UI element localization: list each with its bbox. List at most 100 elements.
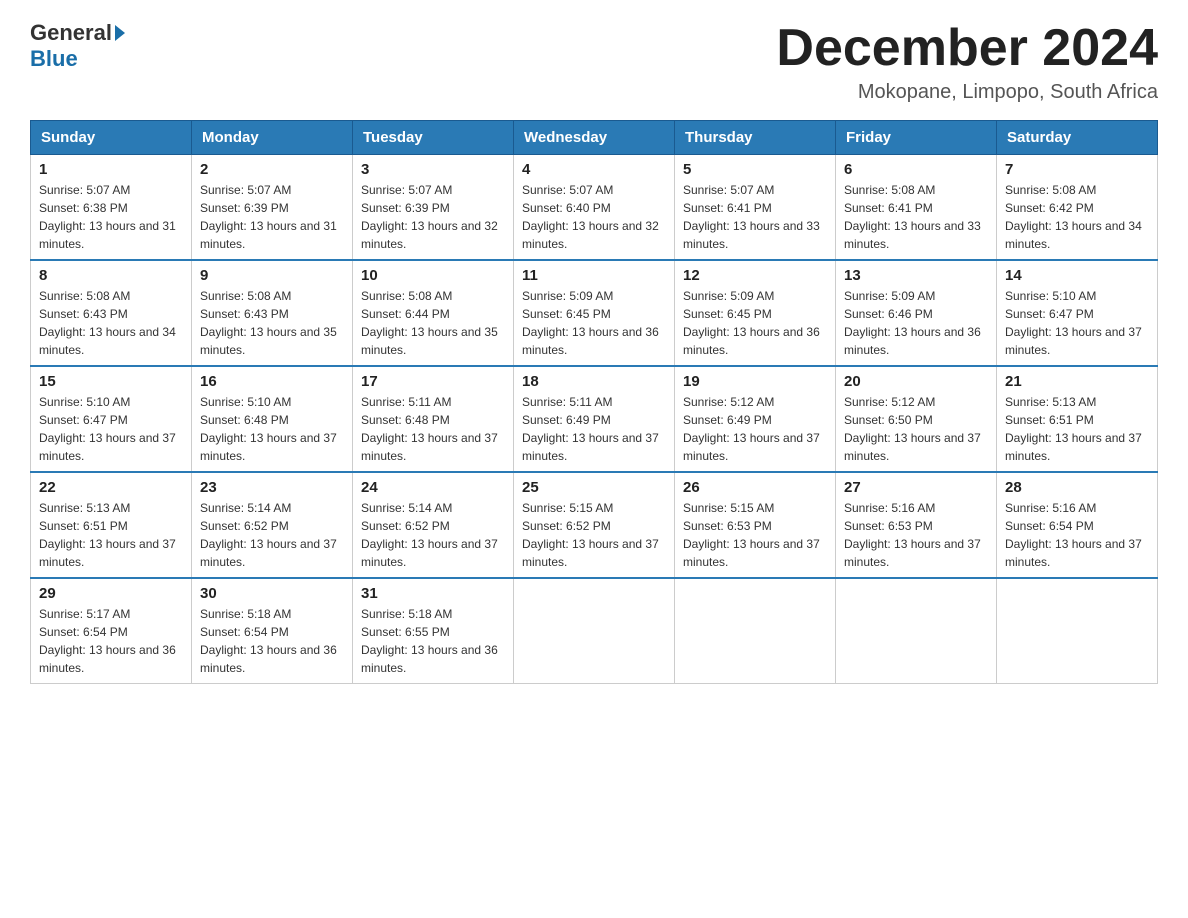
day-number: 26 <box>683 479 827 496</box>
calendar-day-cell: 11Sunrise: 5:09 AMSunset: 6:45 PMDayligh… <box>514 260 675 366</box>
day-info: Sunrise: 5:09 AMSunset: 6:45 PMDaylight:… <box>683 287 827 359</box>
calendar-day-cell: 17 Sunrise: 5:11 AMSunset: 6:48 PMDayligh… <box>353 366 514 472</box>
day-info: Sunrise: 5:17 AMSunset: 6:54 PMDaylight:… <box>39 605 183 677</box>
calendar-day-cell: 13 Sunrise: 5:09 AMSunset: 6:46 PMDayligh… <box>836 260 997 366</box>
weekday-header-saturday: Saturday <box>997 121 1158 155</box>
location-subtitle: Mokopane, Limpopo, South Africa <box>776 81 1158 104</box>
calendar-day-cell: 14 Sunrise: 5:10 AMSunset: 6:47 PMDayligh… <box>997 260 1158 366</box>
weekday-header-sunday: Sunday <box>31 121 192 155</box>
day-number: 5 <box>683 161 827 178</box>
day-number: 3 <box>361 161 505 178</box>
day-number: 18 <box>522 373 666 390</box>
calendar-day-cell: 15Sunrise: 5:10 AMSunset: 6:47 PMDayligh… <box>31 366 192 472</box>
calendar-day-cell: 29 Sunrise: 5:17 AMSunset: 6:54 PMDayligh… <box>31 578 192 684</box>
day-info: Sunrise: 5:12 AMSunset: 6:49 PMDaylight:… <box>683 393 827 465</box>
month-title: December 2024 <box>776 20 1158 77</box>
calendar-day-cell: 2 Sunrise: 5:07 AMSunset: 6:39 PMDaylight… <box>192 155 353 261</box>
calendar-day-cell: 10Sunrise: 5:08 AMSunset: 6:44 PMDayligh… <box>353 260 514 366</box>
day-info: Sunrise: 5:08 AMSunset: 6:42 PMDaylight:… <box>1005 181 1149 253</box>
logo: General Blue <box>30 20 128 72</box>
calendar-week-row: 29 Sunrise: 5:17 AMSunset: 6:54 PMDayligh… <box>31 578 1158 684</box>
calendar-day-cell: 9Sunrise: 5:08 AMSunset: 6:43 PMDaylight… <box>192 260 353 366</box>
day-number: 14 <box>1005 267 1149 284</box>
calendar-day-cell: 22 Sunrise: 5:13 AMSunset: 6:51 PMDayligh… <box>31 472 192 578</box>
calendar-day-cell: 31 Sunrise: 5:18 AMSunset: 6:55 PMDayligh… <box>353 578 514 684</box>
day-info: Sunrise: 5:08 AMSunset: 6:44 PMDaylight:… <box>361 287 505 359</box>
day-info: Sunrise: 5:16 AMSunset: 6:53 PMDaylight:… <box>844 499 988 571</box>
calendar-day-cell: 23Sunrise: 5:14 AMSunset: 6:52 PMDayligh… <box>192 472 353 578</box>
day-number: 30 <box>200 585 344 602</box>
day-number: 6 <box>844 161 988 178</box>
day-info: Sunrise: 5:13 AMSunset: 6:51 PMDaylight:… <box>39 499 183 571</box>
calendar-day-cell: 16Sunrise: 5:10 AMSunset: 6:48 PMDayligh… <box>192 366 353 472</box>
day-number: 31 <box>361 585 505 602</box>
day-info: Sunrise: 5:15 AMSunset: 6:52 PMDaylight:… <box>522 499 666 571</box>
day-number: 7 <box>1005 161 1149 178</box>
calendar-week-row: 15Sunrise: 5:10 AMSunset: 6:47 PMDayligh… <box>31 366 1158 472</box>
day-number: 20 <box>844 373 988 390</box>
day-info: Sunrise: 5:12 AMSunset: 6:50 PMDaylight:… <box>844 393 988 465</box>
calendar-day-cell: 20 Sunrise: 5:12 AMSunset: 6:50 PMDayligh… <box>836 366 997 472</box>
calendar-day-cell: 24Sunrise: 5:14 AMSunset: 6:52 PMDayligh… <box>353 472 514 578</box>
day-info: Sunrise: 5:07 AMSunset: 6:39 PMDaylight:… <box>361 181 505 253</box>
day-info: Sunrise: 5:18 AMSunset: 6:55 PMDaylight:… <box>361 605 505 677</box>
day-number: 23 <box>200 479 344 496</box>
day-number: 28 <box>1005 479 1149 496</box>
calendar-table: SundayMondayTuesdayWednesdayThursdayFrid… <box>30 120 1158 684</box>
calendar-day-cell <box>514 578 675 684</box>
calendar-day-cell: 18 Sunrise: 5:11 AMSunset: 6:49 PMDayligh… <box>514 366 675 472</box>
day-info: Sunrise: 5:10 AMSunset: 6:47 PMDaylight:… <box>1005 287 1149 359</box>
calendar-day-cell: 6 Sunrise: 5:08 AMSunset: 6:41 PMDaylight… <box>836 155 997 261</box>
day-info: Sunrise: 5:07 AMSunset: 6:40 PMDaylight:… <box>522 181 666 253</box>
day-info: Sunrise: 5:08 AMSunset: 6:43 PMDaylight:… <box>39 287 183 359</box>
calendar-day-cell: 5 Sunrise: 5:07 AMSunset: 6:41 PMDaylight… <box>675 155 836 261</box>
calendar-day-cell: 3 Sunrise: 5:07 AMSunset: 6:39 PMDaylight… <box>353 155 514 261</box>
calendar-day-cell: 1Sunrise: 5:07 AMSunset: 6:38 PMDaylight… <box>31 155 192 261</box>
calendar-day-cell: 19 Sunrise: 5:12 AMSunset: 6:49 PMDayligh… <box>675 366 836 472</box>
calendar-day-cell: 8 Sunrise: 5:08 AMSunset: 6:43 PMDaylight… <box>31 260 192 366</box>
day-info: Sunrise: 5:10 AMSunset: 6:47 PMDaylight:… <box>39 393 183 465</box>
day-number: 27 <box>844 479 988 496</box>
logo-general-text: General <box>30 20 112 46</box>
day-number: 29 <box>39 585 183 602</box>
day-info: Sunrise: 5:09 AMSunset: 6:46 PMDaylight:… <box>844 287 988 359</box>
calendar-day-cell <box>836 578 997 684</box>
day-number: 4 <box>522 161 666 178</box>
day-info: Sunrise: 5:10 AMSunset: 6:48 PMDaylight:… <box>200 393 344 465</box>
day-info: Sunrise: 5:18 AMSunset: 6:54 PMDaylight:… <box>200 605 344 677</box>
day-number: 17 <box>361 373 505 390</box>
day-number: 12 <box>683 267 827 284</box>
day-number: 24 <box>361 479 505 496</box>
day-info: Sunrise: 5:07 AMSunset: 6:39 PMDaylight:… <box>200 181 344 253</box>
page-header: General Blue December 2024 Mokopane, Lim… <box>30 20 1158 104</box>
day-number: 13 <box>844 267 988 284</box>
day-number: 22 <box>39 479 183 496</box>
calendar-week-row: 8 Sunrise: 5:08 AMSunset: 6:43 PMDaylight… <box>31 260 1158 366</box>
weekday-header-friday: Friday <box>836 121 997 155</box>
day-number: 19 <box>683 373 827 390</box>
day-number: 8 <box>39 267 183 284</box>
calendar-day-cell <box>997 578 1158 684</box>
calendar-day-cell: 30 Sunrise: 5:18 AMSunset: 6:54 PMDayligh… <box>192 578 353 684</box>
day-info: Sunrise: 5:09 AMSunset: 6:45 PMDaylight:… <box>522 287 666 359</box>
day-info: Sunrise: 5:15 AMSunset: 6:53 PMDaylight:… <box>683 499 827 571</box>
day-info: Sunrise: 5:11 AMSunset: 6:49 PMDaylight:… <box>522 393 666 465</box>
weekday-header-thursday: Thursday <box>675 121 836 155</box>
day-info: Sunrise: 5:11 AMSunset: 6:48 PMDaylight:… <box>361 393 505 465</box>
day-info: Sunrise: 5:13 AMSunset: 6:51 PMDaylight:… <box>1005 393 1149 465</box>
day-info: Sunrise: 5:07 AMSunset: 6:38 PMDaylight:… <box>39 181 183 253</box>
weekday-header-tuesday: Tuesday <box>353 121 514 155</box>
calendar-day-cell: 25 Sunrise: 5:15 AMSunset: 6:52 PMDayligh… <box>514 472 675 578</box>
day-number: 2 <box>200 161 344 178</box>
calendar-day-cell: 27 Sunrise: 5:16 AMSunset: 6:53 PMDayligh… <box>836 472 997 578</box>
weekday-header-monday: Monday <box>192 121 353 155</box>
day-number: 25 <box>522 479 666 496</box>
day-info: Sunrise: 5:07 AMSunset: 6:41 PMDaylight:… <box>683 181 827 253</box>
day-info: Sunrise: 5:16 AMSunset: 6:54 PMDaylight:… <box>1005 499 1149 571</box>
calendar-day-cell: 26 Sunrise: 5:15 AMSunset: 6:53 PMDayligh… <box>675 472 836 578</box>
calendar-header-row: SundayMondayTuesdayWednesdayThursdayFrid… <box>31 121 1158 155</box>
calendar-day-cell <box>675 578 836 684</box>
logo-arrow-icon <box>115 25 125 41</box>
day-info: Sunrise: 5:08 AMSunset: 6:41 PMDaylight:… <box>844 181 988 253</box>
calendar-day-cell: 7 Sunrise: 5:08 AMSunset: 6:42 PMDaylight… <box>997 155 1158 261</box>
